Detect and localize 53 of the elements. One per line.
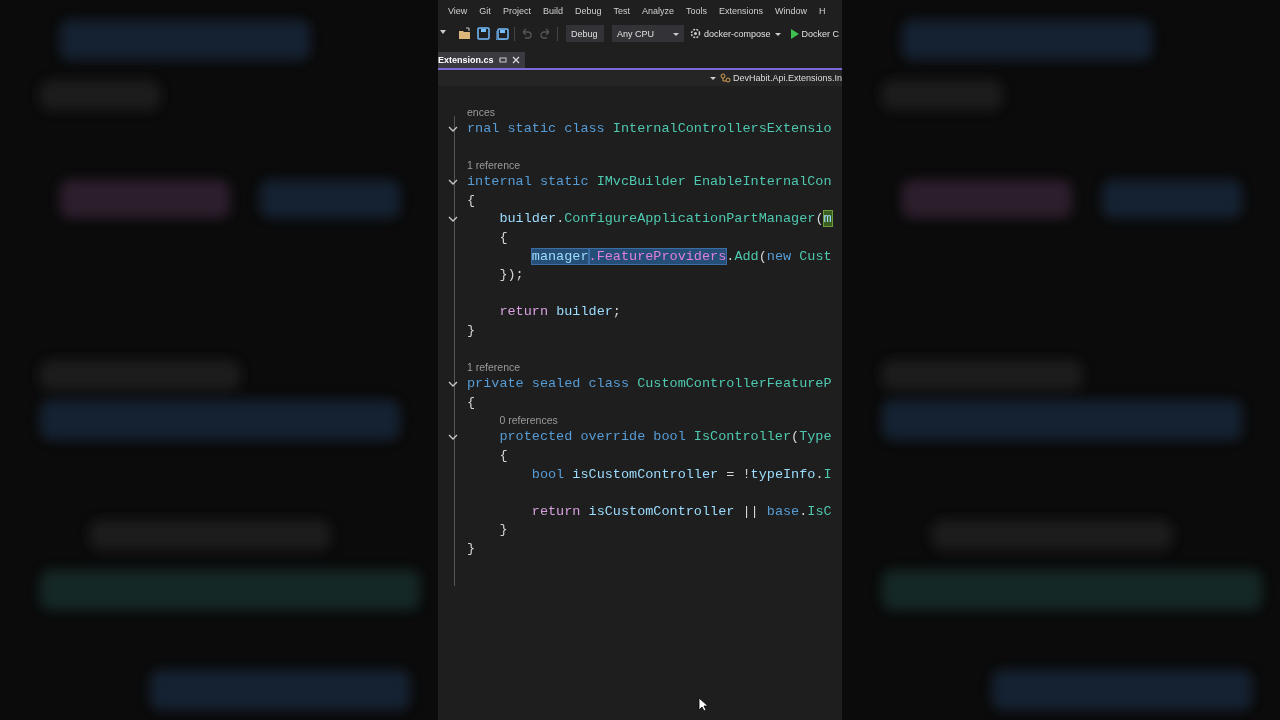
play-icon <box>789 28 799 39</box>
menu-item[interactable]: View <box>448 6 468 16</box>
menu-item[interactable]: Window <box>775 6 808 16</box>
code-line: internal static IMvcBuilder EnableInternalCon <box>467 173 832 192</box>
code-line: private sealed class CustomControllerFeatureP <box>467 375 832 394</box>
startup-project-dropdown[interactable]: docker-compose <box>688 28 784 39</box>
code-line: { <box>498 228 508 247</box>
class-icon <box>719 73 731 83</box>
code-line: { <box>498 446 508 465</box>
file-tab[interactable]: Extension.cs <box>438 52 525 68</box>
chevron-icon[interactable] <box>448 216 458 224</box>
menu-item[interactable]: Extensions <box>719 6 764 16</box>
code-line: rnal static class InternalControllersExtensio <box>467 120 832 138</box>
reference-count[interactable]: ences <box>467 104 496 120</box>
reference-count[interactable]: 1 reference <box>467 157 521 174</box>
chevron-icon[interactable] <box>448 179 458 186</box>
save-icon[interactable] <box>476 25 491 42</box>
chevron-icon[interactable] <box>448 125 458 133</box>
run-button[interactable]: Docker C <box>787 28 842 39</box>
mouse-cursor-icon <box>698 697 708 712</box>
menu-item[interactable]: Build <box>542 6 563 16</box>
code-line: } <box>467 539 476 558</box>
save-all-icon[interactable] <box>495 25 510 42</box>
menu-item[interactable]: Analyze <box>641 6 674 16</box>
code-line: { <box>467 191 476 210</box>
close-icon[interactable] <box>511 56 520 64</box>
caret-icon[interactable] <box>708 74 717 82</box>
chevron-icon[interactable] <box>448 380 458 388</box>
code-line: { <box>467 393 476 412</box>
reference-count[interactable]: 0 references <box>499 412 558 429</box>
gear-icon <box>690 28 701 39</box>
menu-item[interactable]: Tools <box>686 6 707 16</box>
menu-item[interactable]: H <box>819 6 826 16</box>
menu-item[interactable]: Debug <box>574 6 602 16</box>
code-line: return isCustomController || base.IsC <box>530 502 832 521</box>
code-line: }); <box>498 266 524 285</box>
dropdown[interactable]: Any CPU <box>612 25 684 42</box>
code-line: manager.FeatureProviders.Add(new Cust <box>530 247 832 266</box>
menu-item[interactable]: Project <box>502 6 531 16</box>
dropdown[interactable]: Debug <box>566 25 604 42</box>
chevron-icon[interactable] <box>448 434 458 442</box>
code-line: bool isCustomController = !typeInfo.I <box>530 465 832 484</box>
reference-count[interactable]: 1 reference <box>467 359 521 376</box>
pin-icon[interactable] <box>498 56 507 64</box>
code-line: return builder; <box>498 303 621 322</box>
namespace-selector[interactable]: DevHabit.Api.Extensions.In <box>732 73 842 83</box>
menu-item[interactable]: Test <box>613 6 630 16</box>
code-line: } <box>498 521 508 540</box>
menu-item[interactable]: Git <box>479 6 491 16</box>
code-line: protected override bool IsController(Type <box>498 428 832 447</box>
code-line: } <box>467 321 476 340</box>
code-line: builder.ConfigureApplicationPartManager(m <box>498 210 832 229</box>
open-folder-icon[interactable] <box>457 25 472 42</box>
